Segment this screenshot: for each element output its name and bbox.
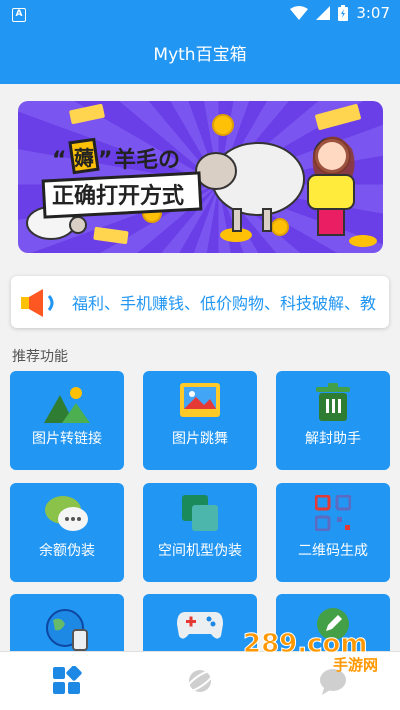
- grid-icon: [53, 665, 82, 694]
- qr-code-icon: [315, 495, 351, 531]
- site-watermark: 289.com 手游网: [243, 629, 379, 673]
- app-bar: A 3:07 Myth百宝箱: [0, 0, 400, 84]
- feature-device-model-fake[interactable]: 空间机型伪装: [143, 483, 257, 582]
- banner-line1: 羊毛の: [114, 147, 180, 173]
- globe-luggage-icon: [46, 609, 88, 651]
- feature-unban-helper[interactable]: 解封助手: [276, 371, 390, 470]
- status-bar: A 3:07: [0, 0, 400, 28]
- feature-label: 图片转链接: [32, 431, 102, 447]
- planet-icon: [185, 669, 215, 693]
- battery-icon: [338, 5, 349, 21]
- svg-text:手游网: 手游网: [333, 656, 378, 672]
- section-title: 推荐功能: [12, 349, 68, 365]
- page-title: Myth百宝箱: [153, 45, 247, 65]
- svg-text:289.com: 289.com: [243, 629, 368, 659]
- banner-illustration: “ 薅 ” 羊毛の 正确打开方式: [26, 103, 377, 247]
- feature-image-to-link[interactable]: 图片转链接: [10, 371, 124, 470]
- gamepad-icon: [177, 612, 223, 639]
- speaker-icon: [21, 289, 54, 317]
- feature-label: 图片跳舞: [172, 431, 228, 447]
- feature-label: 解封助手: [305, 431, 361, 447]
- trash-bin-icon: [316, 383, 350, 421]
- mountain-image-icon: [44, 387, 90, 423]
- feature-image-dance[interactable]: 图片跳舞: [143, 371, 257, 470]
- status-time: 3:07: [356, 4, 390, 22]
- feature-balance-fake[interactable]: 余额伪装: [10, 483, 124, 582]
- banner-quote-char: 薅: [74, 146, 94, 170]
- feature-label: 空间机型伪装: [158, 543, 242, 559]
- signal-icon: [316, 6, 331, 20]
- marquee-text: 福利、手机赚钱、低价购物、科技破解、教: [72, 294, 377, 313]
- app-notification-icon: A: [12, 8, 26, 22]
- photo-frame-icon: [180, 383, 220, 417]
- feature-label: 余额伪装: [39, 543, 95, 559]
- banner-line2: 正确打开方式: [52, 183, 184, 209]
- svg-text:”: ”: [98, 148, 112, 173]
- promo-banner[interactable]: “ 薅 ” 羊毛の 正确打开方式: [18, 101, 383, 253]
- feature-qr-generate[interactable]: 二维码生成: [276, 483, 390, 582]
- stacked-cards-icon: [182, 495, 218, 531]
- nav-discover[interactable]: [185, 666, 215, 696]
- announcement-marquee[interactable]: 福利、手机赚钱、低价购物、科技破解、教: [11, 276, 389, 328]
- nav-home[interactable]: [52, 665, 82, 696]
- chat-bubbles-icon: [45, 496, 88, 531]
- wifi-icon: [290, 6, 309, 20]
- svg-text:“: “: [52, 148, 66, 173]
- feature-label: 二维码生成: [298, 543, 368, 559]
